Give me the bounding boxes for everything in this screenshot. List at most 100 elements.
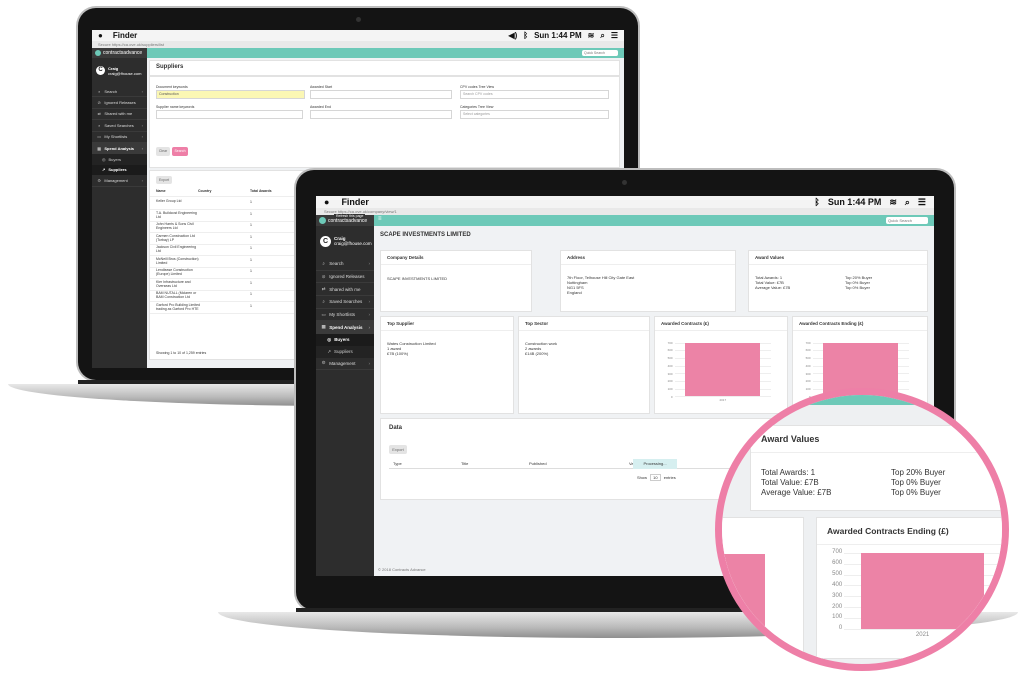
volume-icon[interactable]: ◀) — [508, 31, 517, 40]
sidebar-item-management[interactable]: ⚙ Management › — [92, 175, 147, 187]
search-icon: ⌕ — [98, 88, 101, 94]
chevron-right-icon: › — [368, 261, 371, 267]
url-text[interactable]: Secure https://ca.ove.uk/suppliers/list — [98, 42, 164, 47]
sector-line: £14B (200%) — [525, 351, 549, 356]
clear-button[interactable]: Clear — [156, 147, 170, 156]
app-logo[interactable]: contractsadvance — [92, 48, 150, 58]
suppliers-header: Suppliers — [149, 60, 620, 76]
suppliers-icon: ↗ — [327, 348, 332, 354]
y-tick-label: 700 — [667, 340, 673, 345]
mag-award-left: Total Awards: 1 Total Value: £7B Average… — [761, 468, 831, 498]
supplier-name[interactable]: Keller Group Ltd — [156, 199, 200, 203]
spotlight-icon[interactable]: ⌕ — [905, 197, 910, 208]
bluetooth-icon[interactable]: ᛒ — [523, 31, 528, 40]
export-button[interactable]: Export — [156, 176, 172, 184]
apple-icon[interactable]: ● — [324, 197, 329, 207]
sidebar-item-ignored-releases[interactable]: ⊘ Ignored Releases — [92, 97, 147, 109]
awarded-start-label: Awarded Start — [310, 85, 333, 89]
address-line: England — [567, 290, 582, 295]
sidebar-item-my-shortlists[interactable]: ▭ My Shortlists › — [92, 132, 147, 143]
supplier-keywords-input[interactable] — [156, 110, 303, 119]
supplier-name[interactable]: John Harris & Sons Civil Engineers Ltd — [156, 222, 200, 230]
y-tick-label: 400 — [667, 363, 673, 368]
subnav-item-buyers[interactable]: ◎ Buyers — [92, 154, 147, 165]
buyers-icon: ◎ — [327, 336, 332, 342]
cpv-tree-view[interactable]: Tree View — [478, 85, 494, 89]
col-country[interactable]: Country — [198, 189, 211, 193]
supplier-name[interactable]: T.A. Buildcost Engineering Ltd — [156, 211, 200, 219]
sidebar-item-ignored-releases[interactable]: ⊘ Ignored Releases — [316, 271, 374, 284]
col-type[interactable]: Type — [393, 461, 402, 466]
export-button[interactable]: Export — [389, 445, 407, 454]
list-icon[interactable]: ☰ — [611, 31, 618, 40]
supplier-name[interactable]: McNeill Bros (Construction) Limited — [156, 257, 200, 265]
user-info[interactable]: Craig craig@fhouse.com — [108, 66, 141, 76]
supplier-name[interactable]: BAM NUTALL (Mclaren or BAM Construction … — [156, 291, 200, 299]
doc-keywords-input[interactable]: Construction — [156, 90, 305, 99]
total-awards: 1 — [250, 292, 252, 296]
col-published[interactable]: Published — [529, 461, 547, 466]
y-tick-label: 200 — [832, 603, 843, 610]
cpv-input[interactable]: Search CPV codes — [460, 90, 609, 99]
sidebar-item-spend-analysis[interactable]: ▦ Spend Analysis › — [316, 321, 374, 335]
wifi-icon[interactable]: ≋ — [889, 197, 897, 208]
col-total-awards[interactable]: Total Awards — [250, 189, 272, 193]
chart-bar[interactable] — [861, 553, 984, 629]
chart-icon: ▦ — [97, 145, 102, 151]
award-stat: Average Value: £7B — [755, 285, 791, 290]
sidebar-item-shared-with-me[interactable]: ⇄ Shared with me — [316, 283, 374, 297]
col-title[interactable]: Title — [461, 461, 468, 466]
quick-search-input[interactable]: Quick Search — [582, 50, 618, 56]
sidebar-item-saved-searches[interactable]: ⌕ Saved Searches › — [316, 296, 374, 309]
avatar[interactable]: C — [320, 236, 331, 247]
menu-clock[interactable]: Sun 1:44 PM — [828, 197, 882, 207]
chevron-right-icon: › — [141, 177, 143, 183]
url-bar[interactable]: Secure https://ca.ove.uk/suppliers/list — [92, 41, 624, 48]
list-icon[interactable]: ☰ — [918, 197, 926, 208]
sidebar-item-search[interactable]: ⌕ Search › — [316, 258, 374, 271]
sidebar-item-shared-with-me[interactable]: ⇄ Shared with me — [92, 109, 147, 121]
menu-app-name[interactable]: Finder — [341, 197, 369, 207]
subnav-item-buyers[interactable]: ◎ Buyers — [316, 334, 374, 346]
categories-input[interactable]: Select categories — [460, 110, 609, 119]
supplier-name[interactable]: Lendlease Construction (Europe) Limited — [156, 268, 200, 276]
supplier-name[interactable]: Kier Infrastructure and Overseas Ltd — [156, 280, 200, 288]
col-name[interactable]: Name — [156, 189, 166, 193]
sidebar-item-spend-analysis[interactable]: ▦ Spend Analysis › — [92, 142, 147, 155]
menu-app-name[interactable]: Finder — [113, 31, 137, 40]
bluetooth-icon[interactable]: ᛒ — [814, 197, 819, 207]
sidebar-item-saved-searches[interactable]: ⌕ Saved Searches › — [92, 120, 147, 132]
menu-clock[interactable]: Sun 1:44 PM — [534, 31, 582, 40]
user-email: craig@fhouse.com — [334, 241, 372, 246]
sidebar-item-search[interactable]: ⌕ Search › — [92, 86, 147, 98]
award-stat: Average Value: £7B — [761, 488, 832, 497]
awarded-start-input[interactable] — [310, 90, 452, 99]
supplier-name[interactable]: Garford Pro Building Limited trading as … — [156, 303, 200, 311]
menu-toggle-icon[interactable]: ≡ — [378, 216, 382, 222]
sidebar-nav: ⌕ Search › ⊘ Ignored Releases ⇄ Shared with me… — [316, 258, 374, 371]
sidebar-item-management[interactable]: ⚙ Management › — [316, 358, 374, 371]
folder-icon: ▭ — [321, 311, 326, 317]
wifi-icon[interactable]: ≋ — [588, 31, 595, 40]
user-info[interactable]: Craig craig@fhouse.com — [334, 236, 372, 246]
awarded-end-input[interactable] — [310, 110, 452, 119]
spotlight-icon[interactable]: ⌕ — [600, 31, 604, 41]
y-tick-label: 700 — [832, 549, 843, 556]
chart-bar[interactable] — [685, 342, 761, 397]
search-button[interactable]: Search — [172, 147, 188, 156]
apple-icon[interactable]: ● — [98, 31, 103, 40]
subnav-item-label: Suppliers — [334, 349, 353, 355]
sidebar-item-label: Shared with me — [104, 111, 133, 117]
url-bar[interactable]: Secure https://ca.ove.uk/company/view/1 — [316, 208, 934, 215]
company-name: SCAPE INVESTMENTS LIMITED — [387, 276, 448, 281]
categories-tree-view[interactable]: Tree View — [478, 105, 494, 109]
app-top-bar: ≡ Quick Search — [374, 215, 934, 226]
supplier-name[interactable]: Carmen Construction Ltd (Torbay) LP — [156, 234, 200, 242]
subnav-item-suppliers[interactable]: ↗ Suppliers — [316, 345, 374, 358]
sidebar-item-my-shortlists[interactable]: ▭ My Shortlists › — [316, 309, 374, 322]
supplier-name[interactable]: Jackson Civil Engineering Ltd — [156, 245, 200, 253]
subnav-item-suppliers[interactable]: ↗ Suppliers — [92, 164, 147, 176]
page-length-select[interactable]: 10 — [650, 474, 661, 481]
avatar[interactable]: C — [96, 66, 105, 75]
quick-search-input[interactable]: Quick Search — [886, 217, 928, 224]
